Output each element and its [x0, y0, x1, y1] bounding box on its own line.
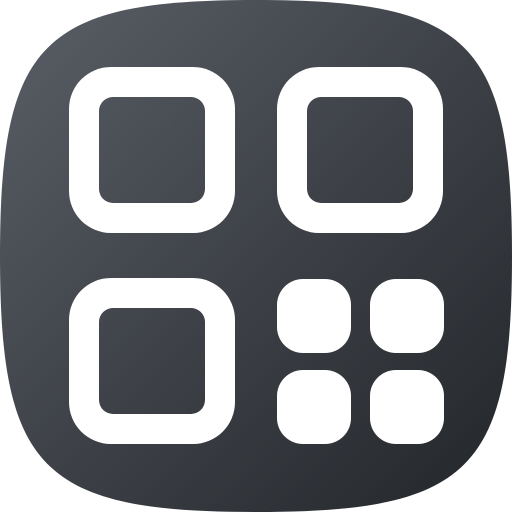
data-module-bottom-left: [277, 370, 351, 444]
data-module-top-right: [370, 279, 444, 353]
data-module-top-left: [277, 279, 351, 353]
data-module-bottom-right: [370, 370, 444, 444]
qr-code-app-icon[interactable]: [0, 0, 512, 512]
